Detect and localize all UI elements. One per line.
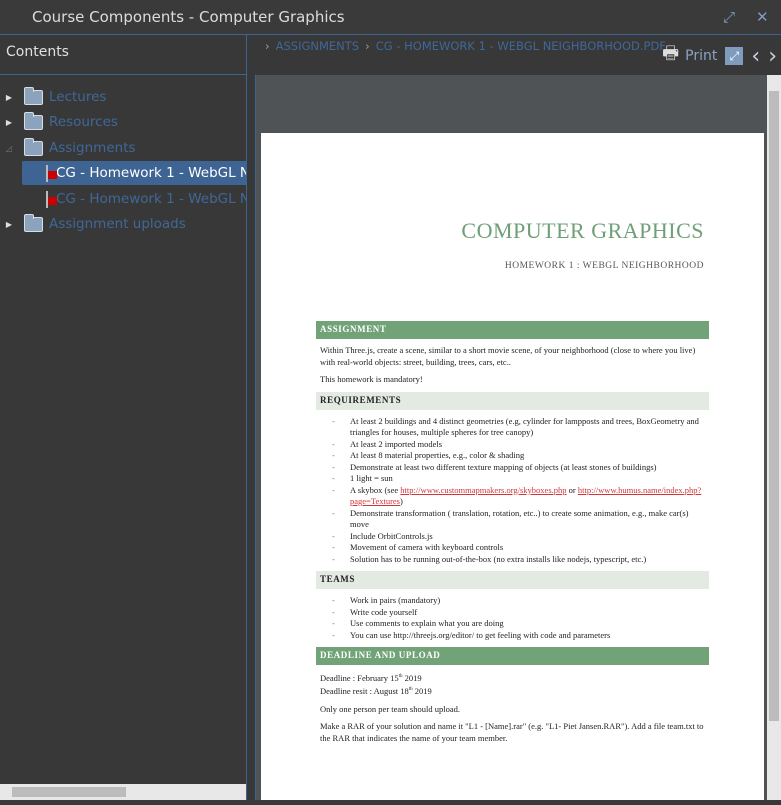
fullscreen-icon[interactable]: ⤢ <box>725 47 744 65</box>
viewer-pane: › ASSIGNMENTS › CG - HOMEWORK 1 - WEBGL NEI… <box>247 35 781 800</box>
previous-icon[interactable]: ‹ <box>751 44 760 69</box>
tree-item-label: CG - Homework 1 - WebGL N <box>56 191 246 207</box>
doc-subtitle: HOMEWORK 1 : WEBGL NEIGHBORHOOD <box>504 261 704 271</box>
text: 2019 <box>412 686 432 697</box>
paragraph: Only one person per team should upload. <box>320 703 460 714</box>
list-item: Write code yourself <box>332 607 709 619</box>
expand-arrow-icon[interactable]: ▶ <box>2 220 16 229</box>
doc-title: COMPUTER GRAPHICS <box>461 218 704 243</box>
breadcrumb-assignments[interactable]: ASSIGNMENTS <box>276 39 360 53</box>
list-item: Demonstrate transformation ( translation… <box>332 508 709 531</box>
list-item: At least 2 imported models <box>332 439 709 451</box>
paragraph: This homework is mandatory! <box>320 374 423 384</box>
contents-header: Contents <box>0 35 246 75</box>
deadline-resit: Deadline resit : August 18th 2019 <box>320 684 705 697</box>
close-icon[interactable]: ✕ <box>756 8 769 26</box>
pdf-icon <box>46 164 57 182</box>
section-heading: DEADLINE AND UPLOAD <box>316 647 709 665</box>
link[interactable]: http://www.custommapmakers.org/skyboxes.… <box>400 485 566 495</box>
breadcrumb: › ASSIGNMENTS › CG - HOMEWORK 1 - WEBGL NEI… <box>265 39 666 53</box>
scrollbar-thumb[interactable] <box>769 91 779 721</box>
list-item: Demonstrate at least two different textu… <box>332 462 709 474</box>
tree-item-assignments[interactable]: ◿ Assignments <box>2 136 246 160</box>
text: Deadline resit : August 18 <box>320 686 409 697</box>
folder-icon <box>24 137 43 156</box>
tree-item-resources[interactable]: ▶ Resources <box>2 110 246 134</box>
list-item-skybox: A skybox (see http://www.custommapmakers… <box>332 484 709 508</box>
folder-icon <box>24 86 43 105</box>
folder-icon <box>24 111 43 130</box>
pdf-viewer: COMPUTER GRAPHICS HOMEWORK 1 : WEBGL NEI… <box>255 75 781 800</box>
collapse-arrow-icon[interactable]: ◿ <box>2 144 16 153</box>
doc-content: ASSIGNMENT Within Three.js, create a sce… <box>316 315 709 750</box>
printer-icon: 🖶 <box>662 43 680 64</box>
content-tree: ▶ Lectures ▶ Resources ◿ Assignments CG - H… <box>0 75 246 232</box>
list-item: Movement of camera with keyboard control… <box>332 542 709 554</box>
list-item: Include OrbitControls.js <box>332 531 709 543</box>
paragraph: Within Three.js, create a scene, similar… <box>320 345 696 367</box>
next-icon[interactable]: › <box>768 44 777 69</box>
list-item: At least 2 buildings and 4 distinct geom… <box>332 416 709 439</box>
tree-item-homework-pdf-selected[interactable]: CG - Homework 1 - WebGL N <box>22 161 246 185</box>
folder-icon <box>24 213 43 232</box>
title-bar: Course Components - Computer Graphics ⤢ … <box>0 0 781 35</box>
vertical-scrollbar[interactable] <box>767 75 781 800</box>
print-label: Print <box>685 48 718 64</box>
window-title: Course Components - Computer Graphics <box>32 8 345 26</box>
list-item: Solution has to be running out-of-the-bo… <box>332 554 709 566</box>
tree-item-label: Assignment uploads <box>49 216 186 232</box>
tree-item-label: Lectures <box>49 89 107 105</box>
deadline: Deadline : February 15th 2019 <box>320 671 705 684</box>
tree-item-assignment-uploads[interactable]: ▶ Assignment uploads <box>2 212 246 236</box>
pdf-page: COMPUTER GRAPHICS HOMEWORK 1 : WEBGL NEI… <box>261 133 764 800</box>
text: or <box>566 484 578 495</box>
list-item: You can use http://threejs.org/editor/ t… <box>332 630 709 642</box>
scrollbar-thumb[interactable] <box>12 787 126 797</box>
tree-item-homework[interactable]: CG - Homework 1 - WebGL N <box>22 187 246 211</box>
text: A skybox (see <box>350 484 401 495</box>
viewer-toolbar: 🖶 Print ⤢ ‹ › <box>662 41 777 71</box>
text: 2019 <box>402 672 422 683</box>
deadlines: Deadline : February 15th 2019 Deadline r… <box>316 671 709 698</box>
list-item: At least 8 material properties, e.g., co… <box>332 450 709 462</box>
pdf-icon <box>46 190 57 208</box>
expand-arrow-icon[interactable]: ▶ <box>2 118 16 127</box>
tree-item-label: Assignments <box>49 140 136 156</box>
tree-item-label: CG - Homework 1 - WebGL N <box>56 165 246 181</box>
horizontal-scrollbar[interactable] <box>0 784 246 800</box>
list-item: 1 light = sun <box>332 473 709 485</box>
breadcrumb-file: CG - HOMEWORK 1 - WEBGL NEIGHBORHOOD.PDF <box>375 39 666 53</box>
requirements-list: At least 2 buildings and 4 distinct geom… <box>316 416 709 566</box>
section-heading: TEAMS <box>316 571 709 589</box>
expand-icon[interactable]: ⤢ <box>723 8 735 26</box>
expand-arrow-icon[interactable]: ▶ <box>2 93 16 102</box>
tree-item-label: Resources <box>49 114 118 130</box>
tree-item-lectures[interactable]: ▶ Lectures <box>2 85 246 109</box>
print-button[interactable]: 🖶 Print <box>662 41 717 71</box>
paragraph: Make a RAR of your solution and name it … <box>320 721 704 743</box>
contents-sidebar: Contents ▶ Lectures ▶ Resources ◿ Assignmen… <box>0 35 247 800</box>
list-item: Work in pairs (mandatory) <box>332 595 709 607</box>
section-heading: ASSIGNMENT <box>316 321 709 339</box>
section-heading: REQUIREMENTS <box>316 391 709 410</box>
teams-list: Work in pairs (mandatory) Write code you… <box>316 595 709 641</box>
list-item: Use comments to explain what you are doi… <box>332 618 709 630</box>
text: ) <box>399 496 403 506</box>
text: Deadline : February 15 <box>320 672 399 683</box>
